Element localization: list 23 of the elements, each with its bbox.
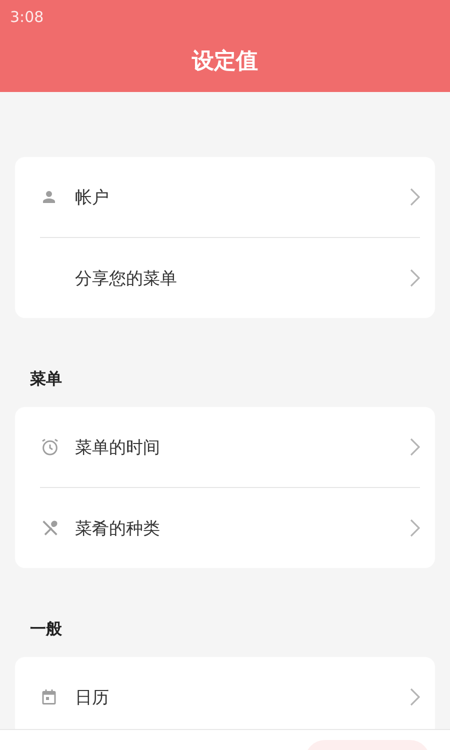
settings-item[interactable]: 菜单的时间 [40,407,420,487]
settings-item[interactable]: 日历 [40,657,420,729]
chevron-right-icon [410,519,420,537]
item-label: 日历 [75,686,110,708]
item-label: 菜单的时间 [75,436,161,458]
settings-item[interactable]: 菜肴的种类 [40,487,420,568]
item-label: 帐户 [75,186,110,208]
calendar-icon [40,688,58,706]
alarm-clock-icon [40,437,60,457]
person-icon [40,188,58,206]
section-title: 菜单 [29,368,63,390]
chevron-right-icon [410,269,420,287]
chevron-right-icon [410,188,420,206]
settings-item[interactable]: 分享您的菜单 [40,237,420,318]
status-time: 3:08 [10,8,44,26]
item-label: 菜肴的种类 [75,518,161,540]
item-label: 分享您的菜单 [75,268,178,290]
settings-item[interactable]: 帐户 [40,157,420,237]
fork-spoon-icon [40,518,60,538]
section-title: 一般 [29,618,63,640]
chevron-right-icon [410,438,420,456]
page-title: 设定值 [192,48,258,76]
chevron-right-icon [410,688,420,706]
